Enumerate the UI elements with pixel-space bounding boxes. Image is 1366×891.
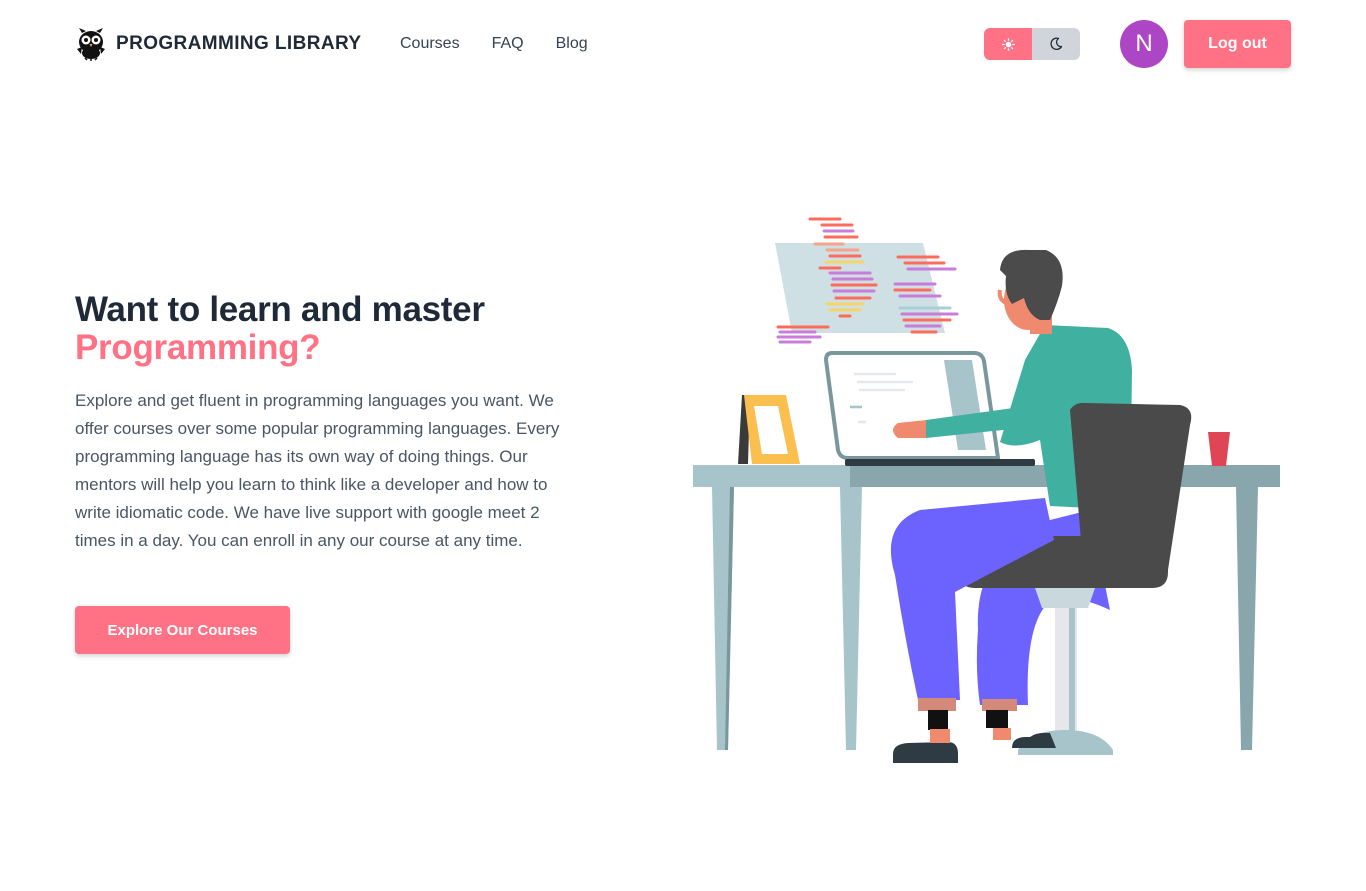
- main-nav: Courses FAQ Blog: [400, 35, 588, 53]
- developer-at-desk-illustration: [693, 217, 1280, 763]
- hero-description: Explore and get fluent in programming la…: [75, 391, 560, 550]
- navbar: PROGRAMMING LIBRARY Courses FAQ Blog N L…: [0, 0, 1366, 90]
- owl-icon: [77, 28, 105, 61]
- brand-title: PROGRAMMING LIBRARY: [116, 33, 362, 54]
- sun-icon: [1001, 37, 1015, 51]
- user-avatar[interactable]: N: [1120, 20, 1168, 68]
- nav-courses-link[interactable]: Courses: [400, 35, 460, 53]
- theme-toggle: [984, 28, 1080, 60]
- photo-frame-graphic: [738, 395, 800, 464]
- hero-title: Want to learn and master Programming?: [75, 291, 485, 367]
- hero-title-accent: Programming?: [75, 328, 321, 367]
- nav-faq-link[interactable]: FAQ: [492, 35, 524, 53]
- cup-graphic: [1208, 432, 1230, 466]
- dark-mode-button[interactable]: [1032, 28, 1080, 60]
- explore-courses-button[interactable]: Explore Our Courses: [75, 606, 290, 654]
- moon-icon: [1050, 37, 1063, 51]
- brand-home-link[interactable]: PROGRAMMING LIBRARY: [75, 27, 361, 61]
- hero-title-line1: Want to learn and master: [75, 290, 485, 329]
- light-mode-button[interactable]: [984, 28, 1032, 60]
- code-panel-graphic: [775, 217, 959, 344]
- nav-blog-link[interactable]: Blog: [556, 35, 588, 53]
- logout-button[interactable]: Log out: [1184, 20, 1291, 68]
